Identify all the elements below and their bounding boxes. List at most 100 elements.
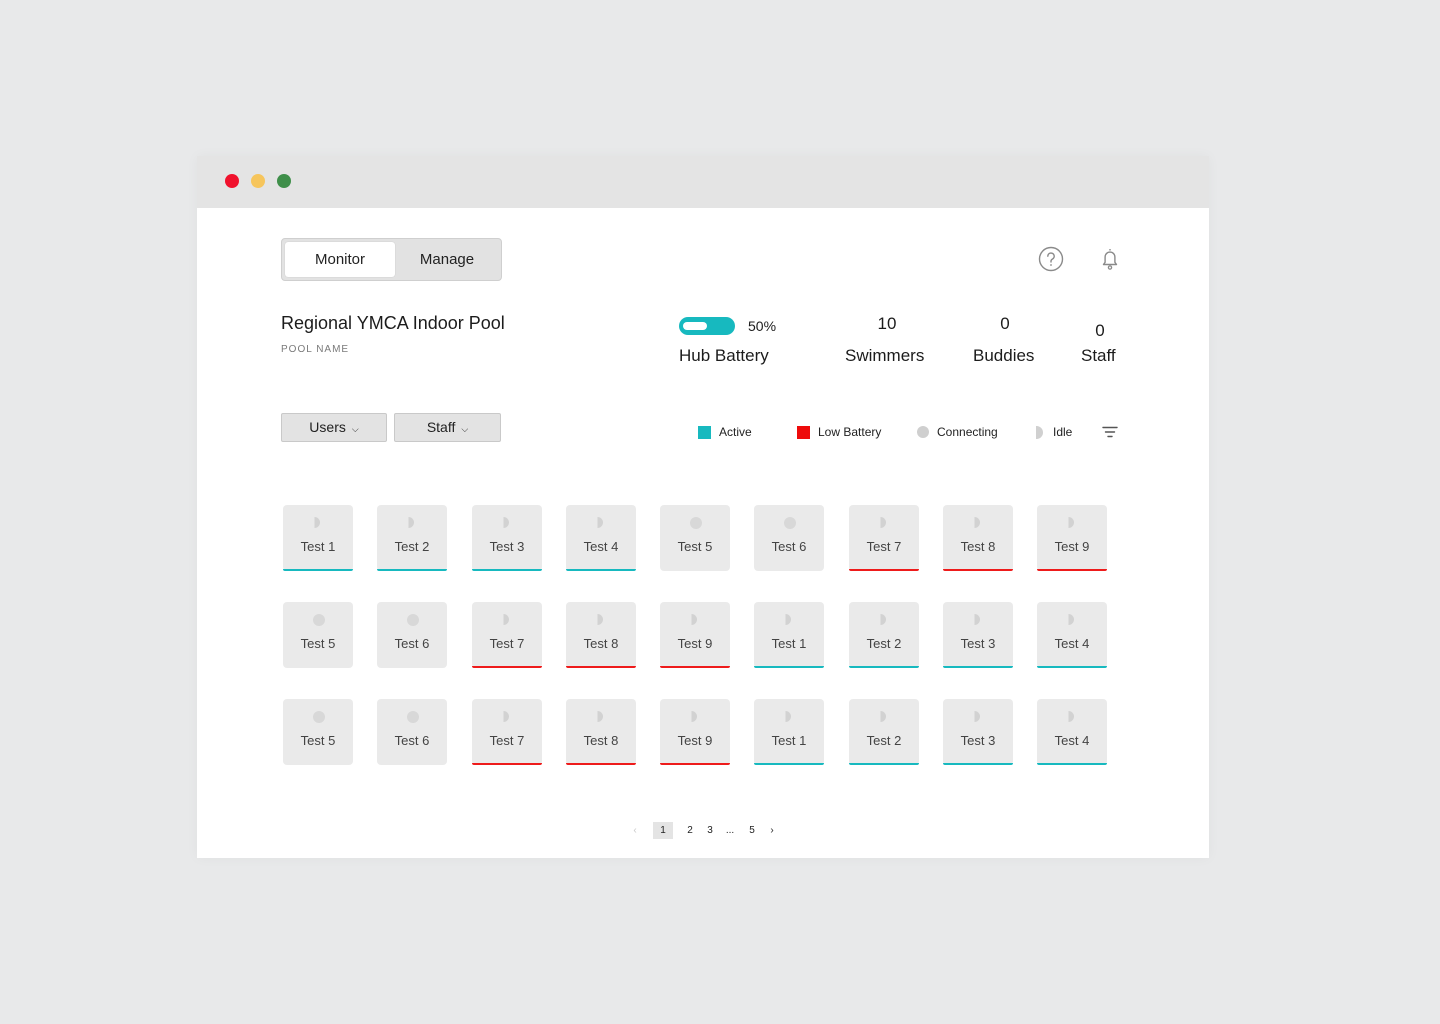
- pagination-prev-button[interactable]: ‹: [627, 822, 643, 839]
- pagination-page-current[interactable]: 1: [653, 822, 673, 839]
- device-status-bar: [943, 763, 1013, 765]
- device-name: Test 8: [583, 733, 619, 748]
- device-status-bar: [377, 569, 447, 571]
- device-card[interactable]: Test 1: [754, 699, 824, 765]
- users-dropdown[interactable]: Users ⌵: [281, 413, 387, 442]
- connecting-icon: [313, 711, 325, 723]
- device-name: Test 4: [1054, 636, 1090, 651]
- idle-moon-icon: [691, 614, 701, 626]
- device-card[interactable]: Test 2: [849, 699, 919, 765]
- device-card[interactable]: Test 6: [377, 602, 447, 668]
- device-card[interactable]: Test 2: [849, 602, 919, 668]
- device-name: Test 3: [960, 636, 996, 651]
- tab-manage[interactable]: Manage: [395, 242, 499, 277]
- idle-moon-icon: [314, 517, 324, 529]
- device-status-bar: [1037, 666, 1107, 668]
- device-card[interactable]: Test 8: [943, 505, 1013, 571]
- device-card[interactable]: Test 2: [377, 505, 447, 571]
- pagination-ellipsis: ...: [725, 825, 735, 836]
- connecting-icon: [313, 614, 325, 626]
- device-status-bar: [943, 666, 1013, 668]
- idle-moon-icon: [880, 517, 890, 529]
- maximize-window-button[interactable]: [277, 174, 291, 188]
- pagination-page[interactable]: 3: [703, 822, 717, 839]
- bell-icon[interactable]: [1098, 246, 1122, 272]
- main-content: Monitor Manage Regional YMCA Indoor Pool…: [197, 208, 1209, 858]
- device-name: Test 9: [677, 636, 713, 651]
- device-card[interactable]: Test 9: [660, 699, 730, 765]
- view-switcher: Monitor Manage: [281, 238, 502, 281]
- device-name: Test 1: [300, 539, 336, 554]
- idle-moon-icon: [974, 711, 984, 723]
- idle-moon-icon: [408, 517, 418, 529]
- device-status-bar: [660, 763, 730, 765]
- device-card[interactable]: Test 3: [943, 602, 1013, 668]
- device-name: Test 6: [394, 733, 430, 748]
- device-card[interactable]: Test 6: [754, 505, 824, 571]
- device-name: Test 3: [960, 733, 996, 748]
- close-window-button[interactable]: [225, 174, 239, 188]
- device-card[interactable]: Test 7: [472, 602, 542, 668]
- device-name: Test 2: [866, 636, 902, 651]
- device-card[interactable]: Test 6: [377, 699, 447, 765]
- buddies-count: 0: [1000, 314, 1010, 333]
- pool-name-caption: POOL NAME: [281, 344, 350, 355]
- device-card[interactable]: Test 9: [1037, 505, 1107, 571]
- idle-moon-icon: [1068, 614, 1078, 626]
- device-card[interactable]: Test 9: [660, 602, 730, 668]
- hub-battery-label: Hub Battery: [679, 346, 769, 365]
- device-card[interactable]: Test 1: [754, 602, 824, 668]
- idle-moon-icon: [880, 711, 890, 723]
- device-card[interactable]: Test 5: [660, 505, 730, 571]
- device-name: Test 6: [394, 636, 430, 651]
- device-status-bar: [472, 763, 542, 765]
- device-card[interactable]: Test 4: [1037, 699, 1107, 765]
- legend-low-battery: Low Battery: [818, 425, 882, 439]
- device-card[interactable]: Test 8: [566, 699, 636, 765]
- staff-dropdown-label: Staff: [426, 419, 456, 435]
- device-card[interactable]: Test 1: [283, 505, 353, 571]
- idle-moon-icon: [597, 517, 607, 529]
- device-status-bar-none: [283, 763, 353, 765]
- device-name: Test 1: [771, 636, 807, 651]
- device-status-bar-none: [283, 666, 353, 668]
- device-status-bar: [283, 569, 353, 571]
- device-name: Test 1: [771, 733, 807, 748]
- device-card[interactable]: Test 4: [1037, 602, 1107, 668]
- device-status-bar: [472, 569, 542, 571]
- device-status-bar: [566, 569, 636, 571]
- chevron-down-icon: ⌵: [351, 424, 359, 434]
- device-card[interactable]: Test 5: [283, 602, 353, 668]
- help-icon[interactable]: [1038, 246, 1064, 272]
- filter-icon[interactable]: [1102, 425, 1118, 439]
- device-card[interactable]: Test 3: [943, 699, 1013, 765]
- device-name: Test 7: [489, 636, 525, 651]
- device-name: Test 2: [394, 539, 430, 554]
- idle-moon-icon: [691, 711, 701, 723]
- idle-moon-icon: [1068, 711, 1078, 723]
- pagination-page[interactable]: 5: [745, 822, 759, 839]
- connecting-icon: [407, 614, 419, 626]
- device-status-bar-none: [660, 569, 730, 571]
- device-name: Test 3: [489, 539, 525, 554]
- legend-idle: Idle: [1053, 425, 1073, 439]
- device-status-bar: [754, 666, 824, 668]
- device-card[interactable]: Test 8: [566, 602, 636, 668]
- chevron-down-icon: ⌵: [461, 424, 469, 434]
- device-card[interactable]: Test 7: [849, 505, 919, 571]
- legend-active: Active: [719, 425, 752, 439]
- device-status-bar: [566, 763, 636, 765]
- pagination-page[interactable]: 2: [683, 822, 697, 839]
- idle-moon-icon: [880, 614, 890, 626]
- staff-dropdown[interactable]: Staff ⌵: [394, 413, 501, 442]
- device-card[interactable]: Test 3: [472, 505, 542, 571]
- pagination-next-button[interactable]: ›: [765, 822, 779, 839]
- device-card[interactable]: Test 5: [283, 699, 353, 765]
- minimize-window-button[interactable]: [251, 174, 265, 188]
- staff-count: 0: [1095, 321, 1105, 340]
- device-card[interactable]: Test 7: [472, 699, 542, 765]
- device-name: Test 4: [583, 539, 619, 554]
- device-card[interactable]: Test 4: [566, 505, 636, 571]
- legend-connecting: Connecting: [937, 425, 998, 439]
- tab-monitor[interactable]: Monitor: [285, 242, 395, 277]
